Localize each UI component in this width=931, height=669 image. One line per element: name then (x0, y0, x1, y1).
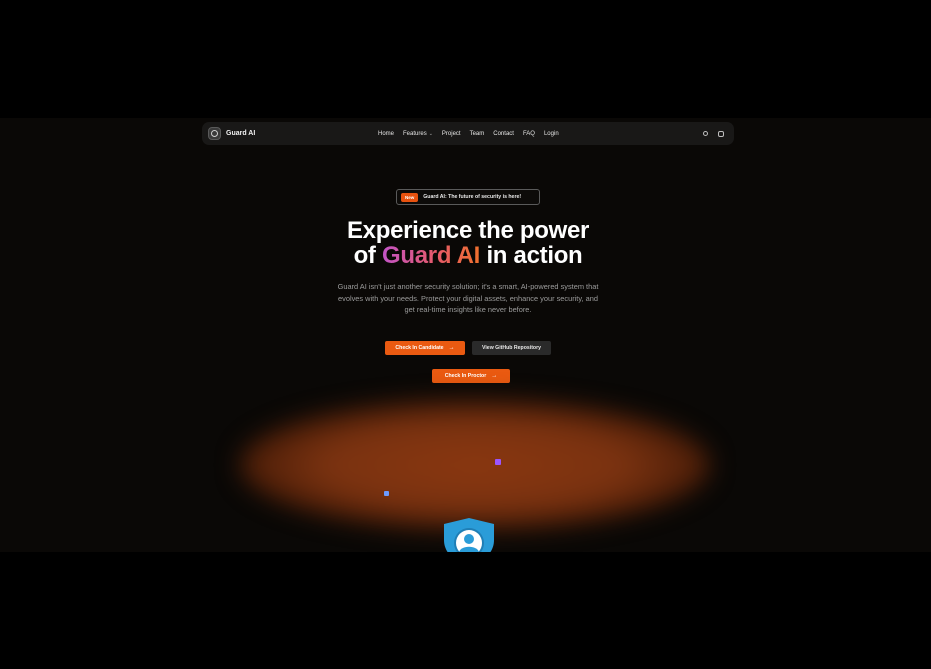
brand-name: Guard AI (226, 130, 256, 137)
new-badge: New (401, 192, 419, 202)
nav-link-project[interactable]: Project (442, 131, 461, 137)
hero-title-highlight: Guard AI (382, 242, 481, 269)
chevron-down-icon: ⌄ (428, 130, 433, 137)
hero-subtitle: Guard AI isn't just another security sol… (337, 282, 599, 314)
hero-title-line1: Experience the power (346, 217, 590, 244)
navbar: Guard AI Home Features ⌄ Project Team Co… (202, 122, 734, 145)
page-viewport: Guard AI Home Features ⌄ Project Team Co… (0, 118, 931, 552)
view-github-label: View GitHub Repository (482, 345, 541, 351)
floating-particle (495, 459, 501, 465)
nav-link-features[interactable]: Features ⌄ (403, 131, 433, 137)
check-in-proctor-button[interactable]: Check In Proctor → (432, 369, 510, 383)
arrow-right-icon: → (491, 373, 498, 379)
nav-link-features-label: Features (403, 130, 427, 137)
nav-icons (703, 122, 724, 145)
nav-link-home[interactable]: Home (378, 131, 394, 137)
hero-title-end: in action (486, 242, 583, 269)
hero-title-line2: of Guard AI in action (300, 243, 636, 268)
background-glow (240, 400, 710, 530)
github-icon[interactable] (718, 130, 724, 137)
theme-toggle-icon[interactable] (703, 131, 708, 136)
arrow-right-icon: → (448, 345, 455, 351)
shield-user-icon (444, 518, 494, 552)
announcement-text: Guard AI: The future of security is here… (423, 194, 522, 200)
hero-title-of: of (353, 242, 376, 269)
floating-particle (384, 491, 389, 496)
nav-link-login[interactable]: Login (544, 131, 559, 137)
announcement-pill[interactable]: New Guard AI: The future of security is … (396, 189, 540, 205)
nav-link-contact[interactable]: Contact (493, 131, 514, 137)
nav-link-team[interactable]: Team (470, 131, 485, 137)
view-github-repository-button[interactable]: View GitHub Repository (472, 341, 551, 355)
nav-links: Home Features ⌄ Project Team Contact FAQ… (378, 122, 559, 145)
hero-title: Experience the power of Guard AI in acti… (300, 218, 636, 268)
check-in-proctor-label: Check In Proctor (444, 373, 487, 379)
nav-link-faq[interactable]: FAQ (523, 131, 535, 137)
check-in-candidate-button[interactable]: Check In Candidate → (385, 341, 465, 355)
brand-logo[interactable]: Guard AI (208, 127, 255, 140)
logo-icon (208, 127, 221, 140)
check-in-candidate-label: Check In Candidate (395, 345, 444, 351)
